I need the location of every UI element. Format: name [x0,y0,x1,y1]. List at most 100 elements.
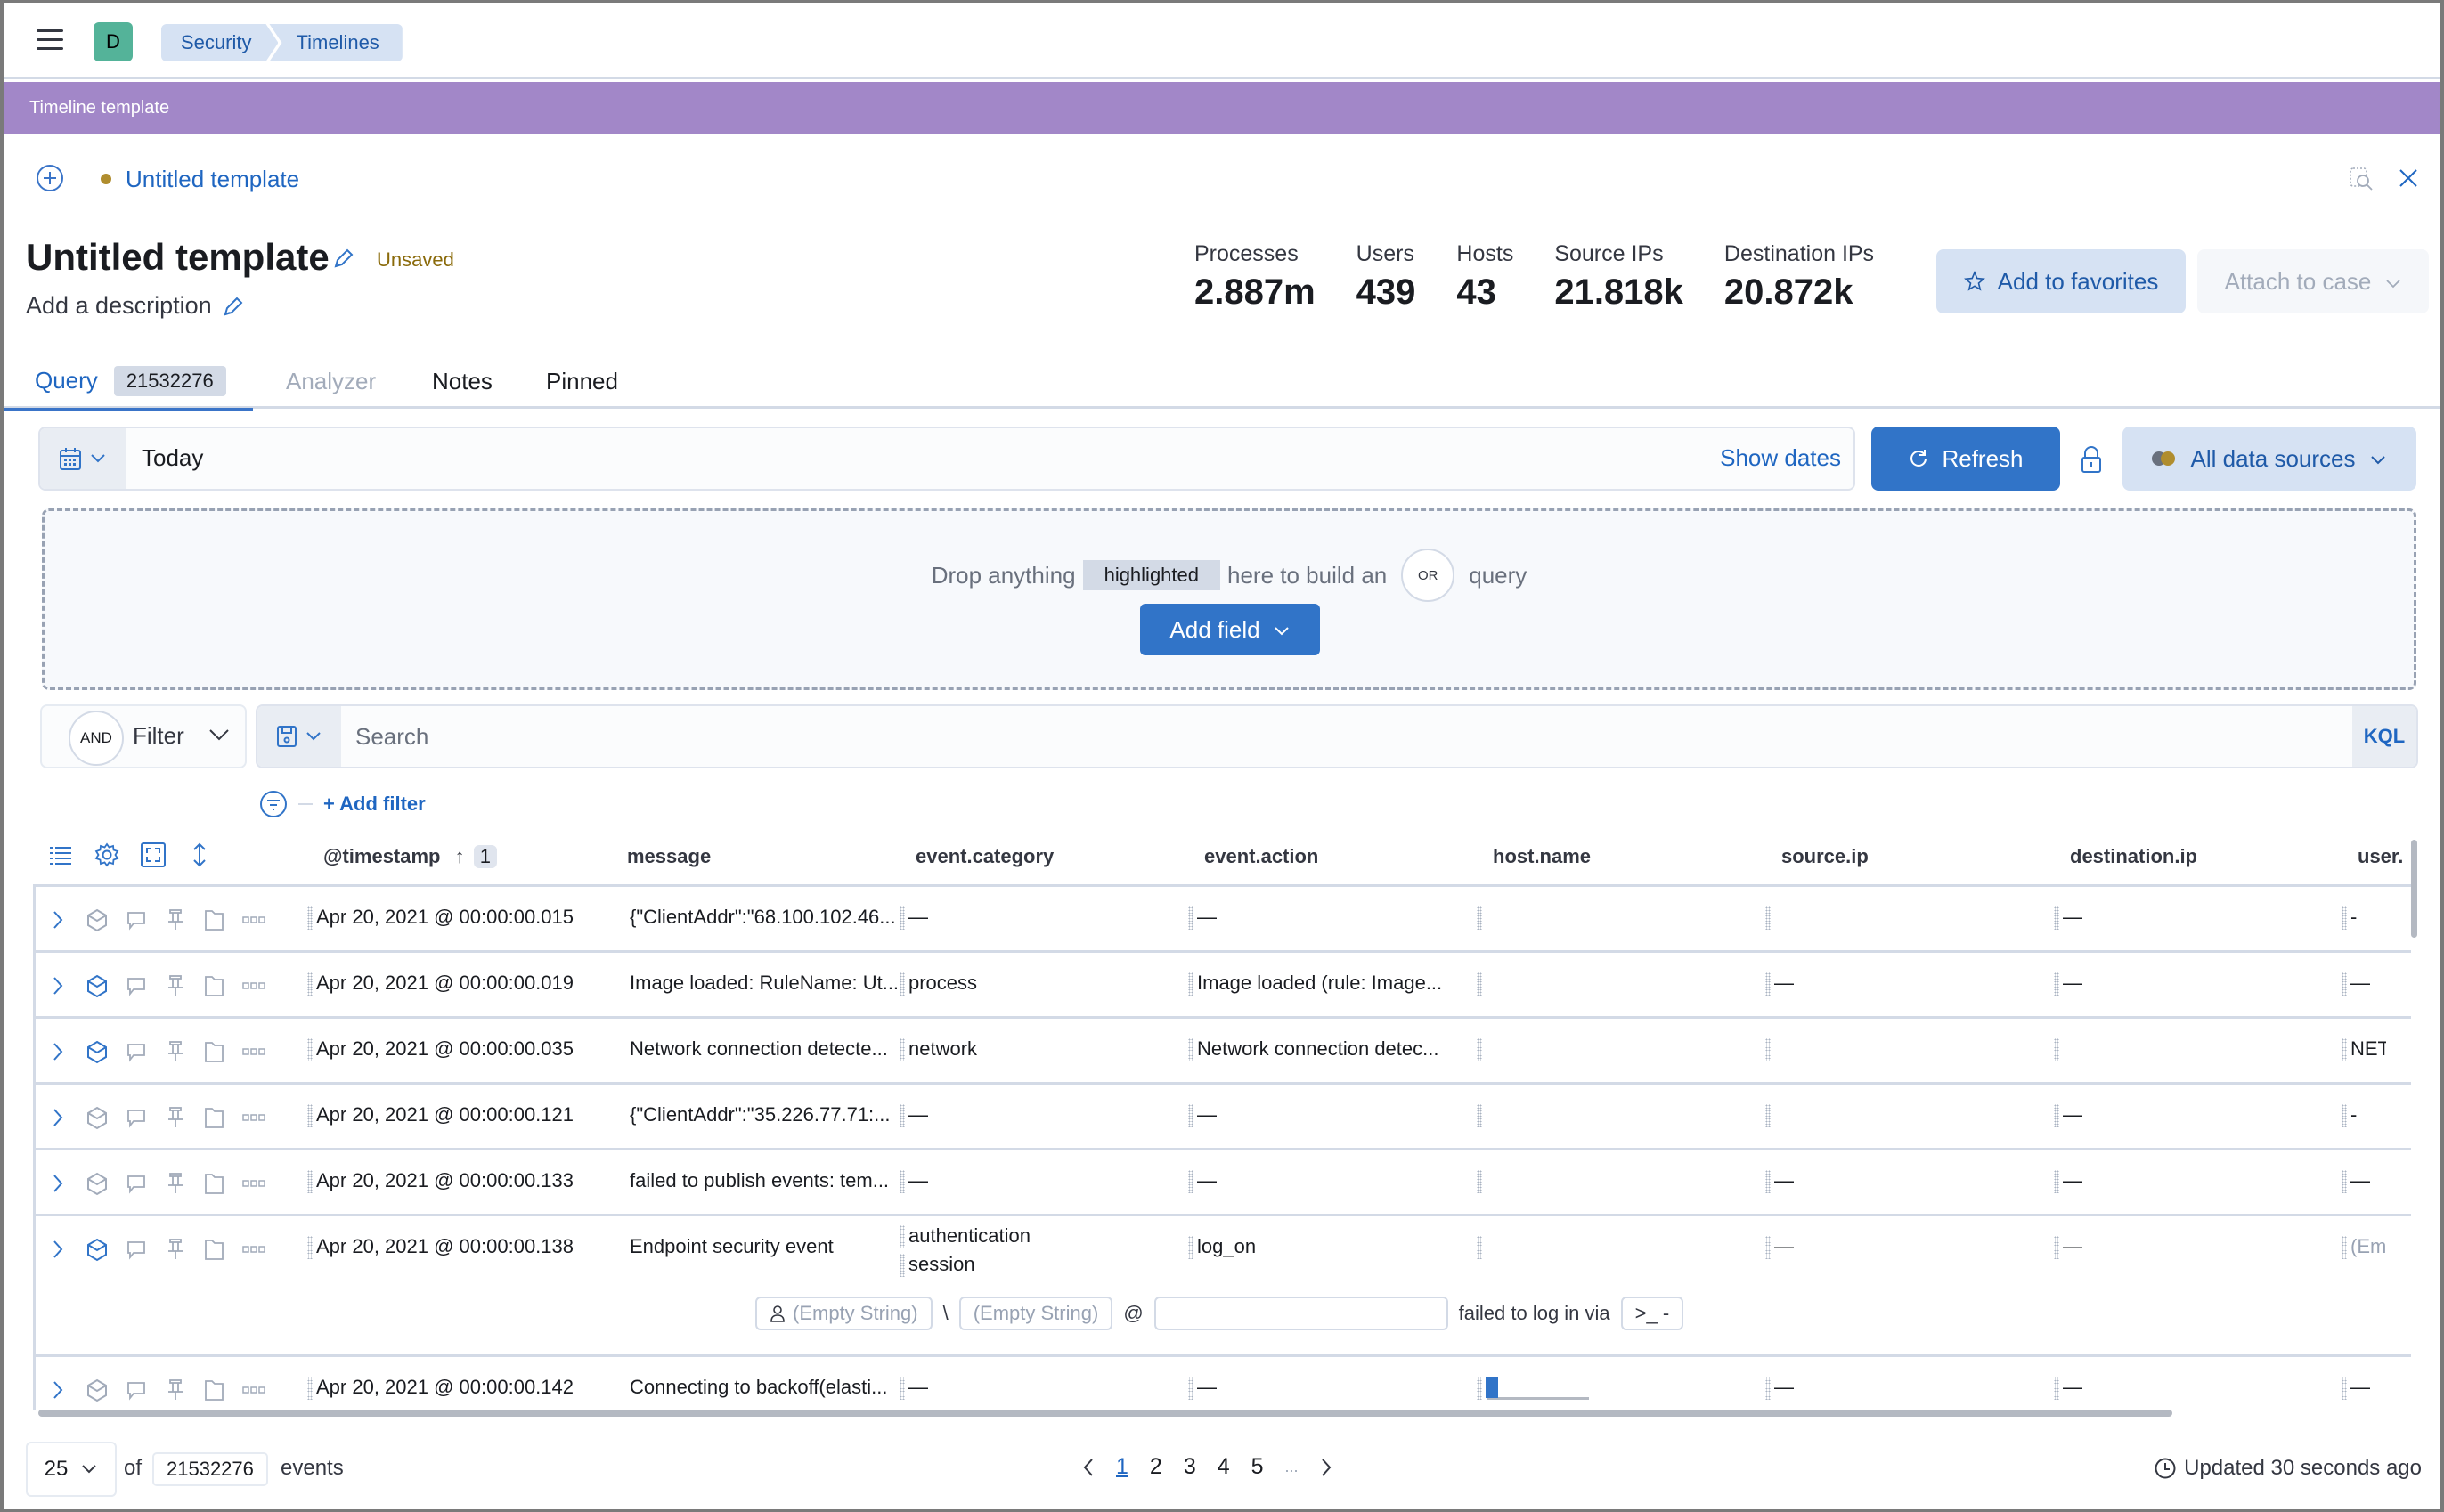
add-to-case-button[interactable] [201,1377,228,1403]
drag-handle[interactable] [1477,1038,1482,1062]
data-sources-button[interactable]: All data sources [2122,427,2416,491]
vertical-scrollbar[interactable] [2411,840,2417,938]
tab-analyzer[interactable]: Analyzer [286,354,376,409]
more-actions-button[interactable] [240,906,267,933]
inspect-icon[interactable] [2349,167,2374,191]
cell-user[interactable]: (Em [2342,1235,2386,1260]
row-height-icon[interactable] [186,841,213,868]
drag-handle[interactable] [2054,972,2059,996]
add-to-case-button[interactable] [201,1170,228,1197]
page-1[interactable]: 1 [1116,1454,1128,1480]
add-note-button[interactable] [123,1038,150,1065]
cell-host-name[interactable] [1477,1376,1589,1401]
add-filter-link[interactable]: + Add filter [323,793,426,816]
cell-source-ip[interactable] [1765,906,1774,931]
page-4[interactable]: 4 [1218,1454,1230,1480]
cell-event-action[interactable]: — [1188,906,1455,931]
cell-event-action[interactable]: — [1188,1169,1455,1194]
fullscreen-icon[interactable] [140,841,167,868]
drag-handle[interactable] [1188,1377,1193,1401]
drag-handle[interactable] [2054,1236,2059,1260]
more-actions-button[interactable] [240,1104,267,1131]
cell-destination-ip[interactable]: — [2054,971,2082,996]
cell-timestamp[interactable]: Apr 20, 2021 @ 00:00:00.133 [307,1169,574,1194]
drag-handle[interactable] [1765,1038,1771,1062]
breadcrumb-timelines[interactable]: Timelines [269,24,403,61]
cell-message[interactable]: {"ClientAddr":"68.100.102.46... [630,906,897,929]
cell-destination-ip[interactable]: — [2054,1376,2082,1401]
edit-title-pencil-icon[interactable] [330,247,355,272]
saved-query-button[interactable] [257,706,341,767]
drag-handle[interactable] [1188,972,1193,996]
cell-timestamp[interactable]: Apr 20, 2021 @ 00:00:00.121 [307,1103,574,1128]
drag-handle[interactable] [1477,1377,1482,1401]
column-header-timestamp[interactable]: @timestamp ↑ 1 [323,845,497,868]
table-row[interactable]: Apr 20, 2021 @ 00:00:00.133 failed to pub… [36,1148,2411,1214]
timeline-name-link[interactable]: Untitled template [126,166,299,193]
table-row[interactable]: Apr 20, 2021 @ 00:00:00.121 {"ClientAddr"… [36,1082,2411,1148]
cell-event-action[interactable]: Image loaded (rule: Image... [1188,971,1455,996]
column-header-event-action[interactable]: event.action [1204,845,1318,868]
cell-host-name[interactable] [1477,1169,1486,1194]
drag-handle[interactable] [1188,1236,1193,1260]
page-2[interactable]: 2 [1150,1454,1162,1480]
cell-event-category[interactable]: network [900,1037,977,1062]
user-name-chip[interactable]: (Empty String) [755,1297,933,1330]
edit-description-pencil-icon[interactable] [220,295,245,320]
host-name-chip[interactable] [1153,1297,1448,1330]
refresh-button[interactable]: Refresh [1871,427,2060,491]
query-drop-zone[interactable]: Drop anything highlighted here to build … [42,508,2416,690]
attach-to-case-button[interactable]: Attach to case [2197,249,2429,313]
drag-handle[interactable] [1477,906,1482,931]
cell-timestamp[interactable]: Apr 20, 2021 @ 00:00:00.138 [307,1235,574,1260]
cell-destination-ip[interactable]: — [2054,1169,2082,1194]
column-header-destination-ip[interactable]: destination.ip [2070,845,2197,868]
drag-handle[interactable] [1765,1104,1771,1128]
page-5[interactable]: 5 [1251,1454,1264,1480]
user-domain-chip[interactable]: (Empty String) [958,1297,1113,1330]
pin-event-button[interactable] [162,1377,189,1403]
event-details-button[interactable] [84,1236,110,1263]
add-note-button[interactable] [123,1377,150,1403]
column-header-source-ip[interactable]: source.ip [1781,845,1869,868]
lock-icon[interactable] [2080,445,2103,474]
drag-handle[interactable] [2054,1038,2059,1062]
event-details-button[interactable] [84,972,110,999]
event-details-button[interactable] [84,1104,110,1131]
pin-event-button[interactable] [162,906,189,933]
gear-icon[interactable] [94,841,120,868]
add-to-case-button[interactable] [201,1236,228,1263]
process-chip[interactable]: >_ - [1620,1297,1684,1330]
add-field-button[interactable]: Add field [1140,604,1320,655]
cell-host-name[interactable] [1477,906,1486,931]
cell-message[interactable]: Connecting to backoff(elasti... [630,1376,897,1399]
event-details-button[interactable] [84,1038,110,1065]
cell-event-action[interactable]: — [1188,1376,1455,1401]
event-details-button[interactable] [84,1377,110,1403]
menu-icon[interactable] [37,29,63,51]
tab-notes[interactable]: Notes [432,354,493,409]
cell-source-ip[interactable]: — [1765,971,1794,996]
expand-row-button[interactable] [45,972,71,999]
cell-event-category[interactable]: — [900,1169,928,1194]
column-header-event-category[interactable]: event.category [916,845,1054,868]
drag-handle[interactable] [1765,906,1771,931]
column-header-message[interactable]: message [627,845,711,868]
show-dates-link[interactable]: Show dates [1720,444,1841,472]
drag-handle[interactable] [2054,1377,2059,1401]
more-actions-button[interactable] [240,1038,267,1065]
kql-language-button[interactable]: KQL [2352,706,2416,767]
cell-message[interactable]: failed to publish events: tem... [630,1169,897,1192]
cell-user[interactable]: - [2342,906,2386,931]
cell-event-category[interactable]: — [900,906,928,931]
cell-destination-ip[interactable] [2054,1037,2063,1062]
drag-handle[interactable] [900,1104,905,1128]
drag-handle[interactable] [2054,1104,2059,1128]
fields-list-icon[interactable] [47,841,74,868]
table-row[interactable]: Apr 20, 2021 @ 00:00:00.035 Network conne… [36,1016,2411,1082]
cell-message[interactable]: Endpoint security event [630,1235,897,1258]
table-row[interactable]: Apr 20, 2021 @ 00:00:00.019 Image loaded:… [36,950,2411,1016]
drag-handle[interactable] [900,972,905,996]
cell-timestamp[interactable]: Apr 20, 2021 @ 00:00:00.019 [307,971,574,996]
drag-handle[interactable] [2342,1170,2347,1194]
